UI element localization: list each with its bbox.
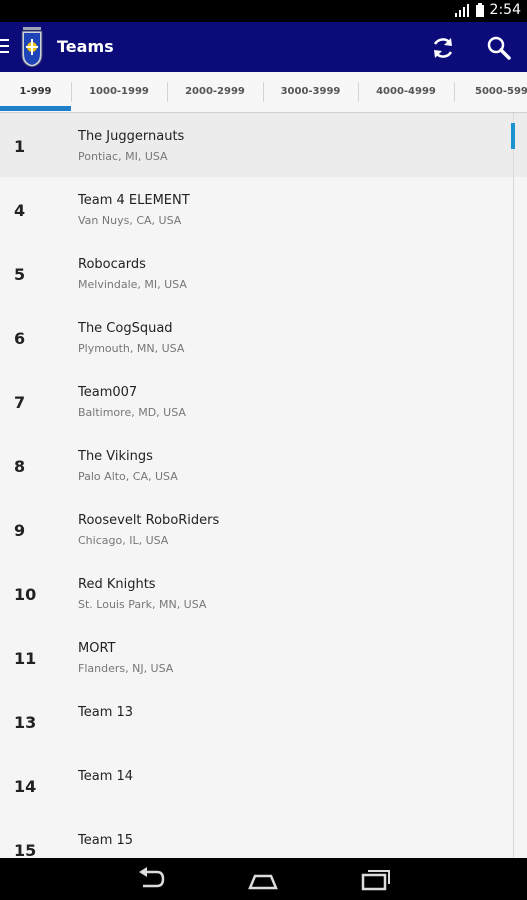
team-location: Flanders, NJ, USA <box>78 662 174 675</box>
battery-icon <box>475 3 484 17</box>
search-icon[interactable] <box>486 35 512 61</box>
team-name: The CogSquad <box>78 321 173 336</box>
hamburger-icon[interactable] <box>0 39 9 55</box>
tab-1000-1999[interactable]: 1000-1999 <box>71 72 167 112</box>
tab-5000-5999[interactable]: 5000-5999 <box>454 72 527 112</box>
team-name: Roosevelt RoboRiders <box>78 513 220 528</box>
team-location: Van Nuys, CA, USA <box>78 214 182 227</box>
team-number: 15 <box>14 841 37 858</box>
team-location: Plymouth, MN, USA <box>78 342 185 355</box>
list-item[interactable]: 15 Team 15 <box>0 817 527 858</box>
tab-4000-4999[interactable]: 4000-4999 <box>358 72 454 112</box>
team-location: Baltimore, MD, USA <box>78 406 186 419</box>
team-name: Robocards <box>78 257 146 272</box>
list-item[interactable]: 13 Team 13 <box>0 689 527 754</box>
scrollbar-thumb[interactable] <box>511 123 515 149</box>
team-name: Red Knights <box>78 577 156 592</box>
list-item[interactable]: 9 Roosevelt RoboRiders Chicago, IL, USA <box>0 497 527 562</box>
team-number: 4 <box>14 201 26 220</box>
team-number: 7 <box>14 393 26 412</box>
navigation-bar <box>0 858 527 900</box>
list-divider <box>513 113 514 858</box>
team-number: 13 <box>14 713 37 732</box>
action-bar: Teams <box>0 22 527 72</box>
list-item[interactable]: 1 The Juggernauts Pontiac, MI, USA <box>0 113 527 178</box>
status-bar: 2:54 <box>0 0 527 22</box>
recents-icon[interactable] <box>360 866 392 892</box>
team-name: Team 13 <box>78 705 134 720</box>
list-item[interactable]: 5 Robocards Melvindale, MI, USA <box>0 241 527 306</box>
team-name: The Vikings <box>78 449 153 464</box>
team-location: St. Louis Park, MN, USA <box>78 598 207 611</box>
app-logo-icon[interactable] <box>20 27 44 67</box>
team-number: 6 <box>14 329 26 348</box>
team-number: 8 <box>14 457 26 476</box>
team-number: 11 <box>14 649 37 668</box>
team-name: Team 14 <box>78 769 134 784</box>
team-name: MORT <box>78 641 116 656</box>
status-right: 2:54 <box>454 2 521 18</box>
list-item[interactable]: 8 The Vikings Palo Alto, CA, USA <box>0 433 527 498</box>
team-name: Team 4 ELEMENT <box>78 193 190 208</box>
team-name: Team 15 <box>78 833 134 848</box>
list-item[interactable]: 11 MORT Flanders, NJ, USA <box>0 625 527 690</box>
signal-icon <box>454 4 469 17</box>
tab-2000-2999[interactable]: 2000-2999 <box>167 72 263 112</box>
team-name: Team007 <box>78 385 138 400</box>
range-tabs: 1-999 1000-1999 2000-2999 3000-3999 4000… <box>0 72 527 113</box>
list-item[interactable]: 14 Team 14 <box>0 753 527 818</box>
team-number: 9 <box>14 521 26 540</box>
team-number: 1 <box>14 137 26 156</box>
tab-3000-3999[interactable]: 3000-3999 <box>263 72 358 112</box>
team-name: The Juggernauts <box>78 129 185 144</box>
team-location: Palo Alto, CA, USA <box>78 470 178 483</box>
tab-selected-indicator <box>0 106 71 111</box>
team-location: Chicago, IL, USA <box>78 534 169 547</box>
list-item[interactable]: 10 Red Knights St. Louis Park, MN, USA <box>0 561 527 626</box>
team-location: Pontiac, MI, USA <box>78 150 168 163</box>
team-number: 10 <box>14 585 37 604</box>
team-list[interactable]: 1 The Juggernauts Pontiac, MI, USA 4 Tea… <box>0 113 527 858</box>
page-title: Teams <box>57 37 114 56</box>
list-item[interactable]: 4 Team 4 ELEMENT Van Nuys, CA, USA <box>0 177 527 242</box>
team-number: 14 <box>14 777 37 796</box>
list-item[interactable]: 6 The CogSquad Plymouth, MN, USA <box>0 305 527 370</box>
back-icon[interactable] <box>135 866 167 892</box>
team-number: 5 <box>14 265 26 284</box>
status-time: 2:54 <box>489 2 521 18</box>
home-icon[interactable] <box>247 866 279 892</box>
refresh-icon[interactable] <box>430 35 456 61</box>
list-item[interactable]: 7 Team007 Baltimore, MD, USA <box>0 369 527 434</box>
team-location: Melvindale, MI, USA <box>78 278 187 291</box>
